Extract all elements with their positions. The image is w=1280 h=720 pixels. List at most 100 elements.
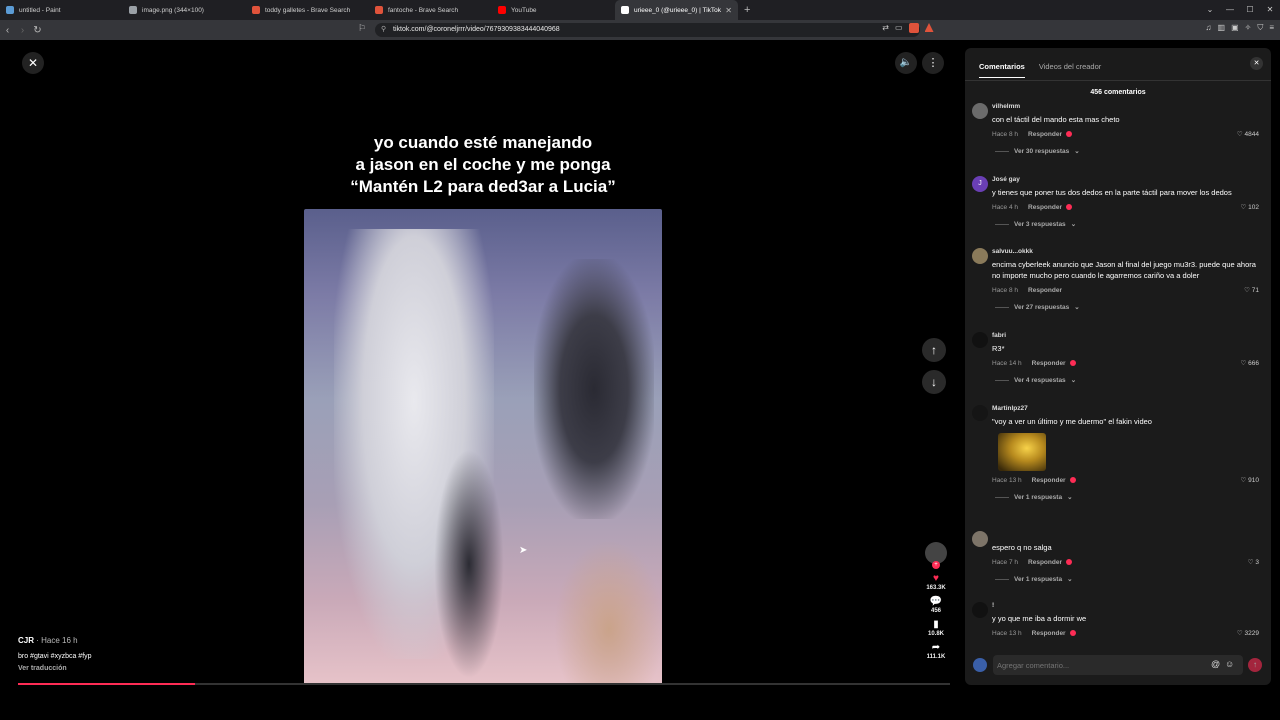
comment-gif-image[interactable] [998,433,1046,471]
avatar [973,658,987,672]
comment-user[interactable]: vilhelmm [992,103,1265,110]
more-options-button[interactable]: ⋮ [922,52,944,74]
translate-link[interactable]: Ver traducción [18,665,92,672]
comment-time: Hace 8 h [992,130,1019,138]
like-action[interactable]: ♥ 163.3K [926,572,945,591]
wallet-icon[interactable]: ▣ [1231,23,1239,33]
view-replies-button[interactable]: Ver 1 respuesta ⌄ [992,575,1265,583]
follow-icon[interactable]: + [932,561,940,569]
tab-search-icon[interactable]: ⌄ [1200,0,1220,20]
view-replies-button[interactable]: Ver 27 respuestas ⌄ [992,303,1265,311]
creator-liked-icon [1069,630,1076,636]
video-player: ✕ 🔈 ⋮ yo cuando esté manejando a jason e… [10,40,958,688]
browser-tab[interactable]: image.png (344×100) [123,0,246,20]
brave-icon [375,6,383,14]
forward-icon[interactable]: › [15,25,30,36]
comment-like-button[interactable]: ♡ 666 [1241,359,1260,367]
comment-like-button[interactable]: ♡ 910 [1241,476,1260,484]
browser-tab[interactable]: fantoche - Brave Search [369,0,492,20]
video-frame[interactable] [304,209,662,685]
cast-icon[interactable]: ▭ [895,23,903,33]
reply-button[interactable]: Responder [1032,360,1066,367]
comment-input-bar: @ ☺ ↑ [965,654,1271,678]
view-replies-button[interactable]: Ver 30 respuestas ⌄ [992,147,1265,155]
share-action[interactable]: ➦ 111.1K [927,641,946,660]
close-window-icon[interactable]: ✕ [1260,0,1280,20]
send-button[interactable]: ↑ [1248,658,1262,672]
avatar[interactable] [972,248,988,264]
maximize-icon[interactable]: ☐ [1240,0,1260,20]
browser-tab[interactable]: YouTube [492,0,615,20]
avatar[interactable] [972,332,988,348]
avatar[interactable] [972,531,988,547]
tab-creator-videos[interactable]: Videos del creador [1039,62,1101,78]
emoji-icon[interactable]: ☺ [1225,659,1234,669]
view-replies-button[interactable]: Ver 4 respuestas ⌄ [992,376,1265,384]
vpn-icon[interactable]: ⛉ [1257,23,1263,33]
view-replies-button[interactable]: Ver 1 respuesta ⌄ [992,493,1265,501]
author-line: CJR · Hace 16 h [18,636,92,645]
reload-icon[interactable]: ↻ [30,25,45,36]
save-action[interactable]: ▮ 10.8K [928,618,944,637]
close-panel-icon[interactable]: ✕ [1250,57,1263,70]
bookmark-icon[interactable]: ⚐ [358,23,366,34]
chevron-down-icon: ⌄ [1074,304,1080,311]
comment-user[interactable]: ! [992,602,1265,609]
reply-button[interactable]: Responder [1032,630,1066,637]
comment-like-button[interactable]: ♡ 4844 [1237,130,1259,138]
browser-tab[interactable]: untitled - Paint [0,0,123,20]
comment-like-button[interactable]: ♡ 71 [1244,286,1259,294]
creator-liked-icon [1065,559,1072,565]
browser-tab[interactable]: toddy galletes - Brave Search [246,0,369,20]
close-tab-icon[interactable]: ✕ [725,6,732,15]
toolbar-icons: ⇄ ▭ ♫ ▥ ▣ ✧ ⛉ ≡ [882,23,1274,33]
address-bar[interactable]: ⚲ tiktok.com/@coroneljrrr/video/767930938… [375,23,920,37]
author-name[interactable]: CJR [18,636,34,645]
volume-button[interactable]: 🔈 [895,52,917,74]
brave-rewards-icon[interactable] [924,23,934,32]
site-info-icon[interactable]: ⚲ [381,23,386,37]
comment-like-button[interactable]: ♡ 3 [1248,558,1259,566]
mention-icon[interactable]: @ [1211,659,1220,669]
view-replies-button[interactable]: Ver 3 respuestas ⌄ [992,220,1265,228]
creator-liked-icon [1065,131,1072,137]
comment-user[interactable]: fabri [992,332,1265,339]
reply-button[interactable]: Responder [1028,204,1062,211]
media-icon[interactable]: ♫ [1206,23,1212,33]
previous-video-button[interactable]: ↑ [922,338,946,362]
reply-button[interactable]: Responder [1028,131,1062,138]
browser-tab-active[interactable]: urieee_0 (@urieee_0) | TikTok ✕ [615,0,738,20]
save-count: 10.8K [927,631,944,637]
avatar[interactable]: J [972,176,988,192]
comment-user[interactable]: salvuu...okkk [992,248,1265,255]
brave-shields-icon[interactable] [908,23,919,33]
sidebar-icon[interactable]: ▥ [1218,23,1226,33]
tab-comments[interactable]: Comentarios [979,62,1025,78]
chevron-down-icon: ⌄ [1070,377,1077,384]
translate-icon[interactable]: ⇄ [882,23,889,33]
extensions-icon[interactable]: ✧ [1245,23,1252,33]
image-icon [129,6,137,14]
comment-action[interactable]: 💬 456 [930,595,942,614]
reply-button[interactable]: Responder [1032,477,1066,484]
comment-like-button[interactable]: ♡ 102 [1241,203,1260,211]
comment-text: con el táctil del mando esta mas cheto [992,115,1120,124]
youtube-icon [498,6,506,14]
avatar[interactable] [972,602,988,618]
comment-like-button[interactable]: ♡ 3229 [1237,629,1259,637]
menu-icon[interactable]: ≡ [1269,23,1274,33]
avatar[interactable] [972,103,988,119]
next-video-button[interactable]: ↓ [922,370,946,394]
close-video-button[interactable]: ✕ [22,52,44,74]
reply-button[interactable]: Responder [1028,287,1062,294]
back-icon[interactable]: ‹ [0,25,15,36]
reply-button[interactable]: Responder [1028,559,1062,566]
video-progress-bar[interactable] [18,683,950,685]
comment-input[interactable] [993,655,1243,675]
minimize-icon[interactable]: — [1220,0,1240,20]
creator-avatar[interactable]: + [925,542,947,569]
avatar[interactable] [972,405,988,421]
comment-user[interactable]: José gay [992,176,1265,183]
comment-user[interactable]: Martinlpz27 [992,405,1265,412]
new-tab-button[interactable]: + [744,4,750,16]
